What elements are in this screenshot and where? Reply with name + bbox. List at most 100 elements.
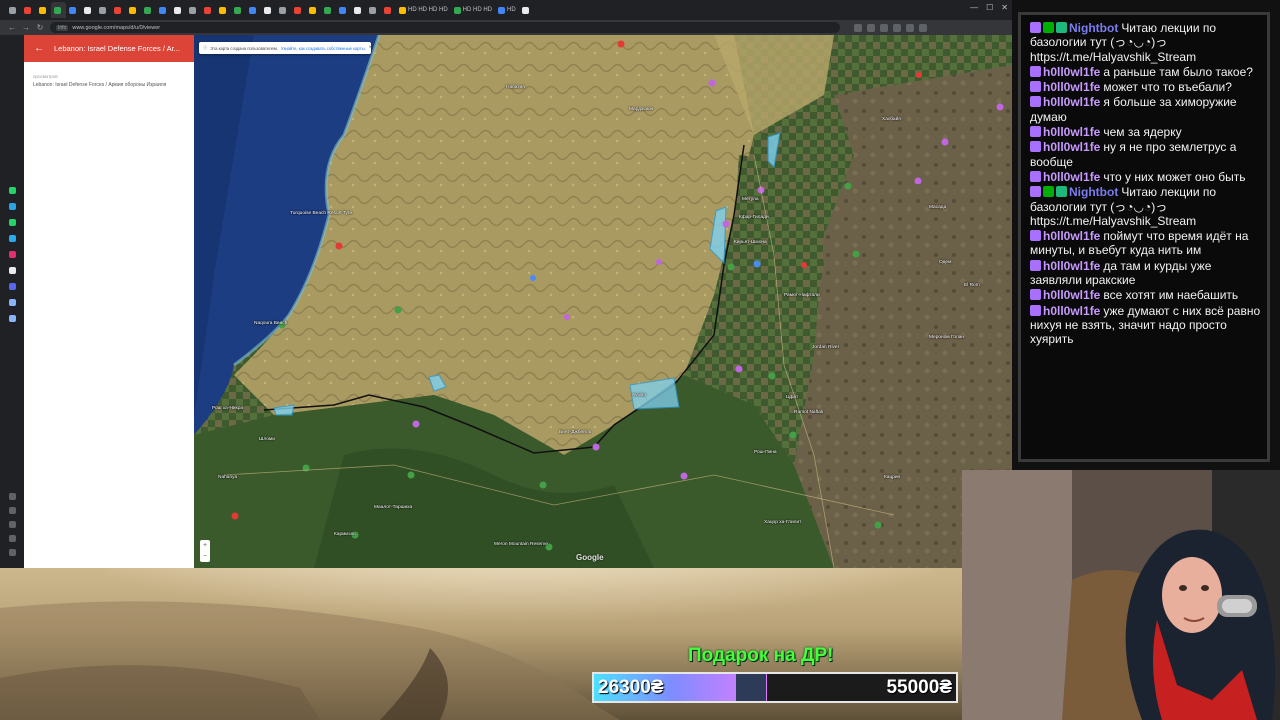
subscriber-badge-icon <box>1030 289 1041 301</box>
messenger-icon[interactable] <box>9 203 16 210</box>
extension-icon[interactable] <box>893 23 901 32</box>
menu-icon[interactable] <box>919 23 927 32</box>
browser-tab[interactable] <box>231 2 246 18</box>
banner-link[interactable]: Узнайте, как создавать собственные карты… <box>281 46 366 51</box>
browser-tab[interactable] <box>156 2 171 18</box>
close-banner-icon[interactable]: × <box>369 45 371 51</box>
tab-favicon-icon <box>399 6 406 14</box>
maximize-icon[interactable]: ☐ <box>986 3 993 12</box>
map-meta: просмотров <box>33 74 58 79</box>
tab-favicon-icon <box>39 6 46 14</box>
subscriber-badge-icon <box>1030 170 1041 182</box>
whatsapp-icon[interactable] <box>9 187 16 194</box>
browser-tab[interactable]: HD <box>495 2 519 18</box>
telegram-icon[interactable] <box>9 235 16 242</box>
download-icon[interactable] <box>9 507 16 514</box>
chat-username[interactable]: Nightbot <box>1069 185 1118 199</box>
chat-username[interactable]: h0ll0wl1fe <box>1043 65 1100 79</box>
site-info-badge[interactable]: Info <box>56 24 69 31</box>
instagram-icon[interactable] <box>9 251 16 258</box>
tab-label: HD <box>507 7 516 13</box>
reload-icon[interactable]: ↻ <box>36 23 44 32</box>
browser-tab[interactable] <box>21 2 36 18</box>
x-icon[interactable] <box>9 267 16 274</box>
place-label: Маалот-Таршиха <box>374 505 413 510</box>
extension-icon[interactable] <box>880 23 888 32</box>
history-icon[interactable] <box>9 493 16 500</box>
settings-icon[interactable] <box>9 549 16 556</box>
browser-tab[interactable] <box>141 2 156 18</box>
browser-tab[interactable] <box>306 2 321 18</box>
place-label: Набатия <box>506 85 525 90</box>
close-icon[interactable]: ✕ <box>1001 3 1008 12</box>
browser-tab[interactable] <box>51 2 66 18</box>
chat-username[interactable]: Nightbot <box>1069 21 1118 35</box>
chat-username[interactable]: h0ll0wl1fe <box>1043 288 1100 302</box>
tab-favicon-icon <box>339 6 346 14</box>
browser-tab[interactable] <box>336 2 351 18</box>
back-icon[interactable]: ← <box>8 23 16 32</box>
chat-username[interactable]: h0ll0wl1fe <box>1043 229 1100 243</box>
browser-tab[interactable] <box>366 2 381 18</box>
browser-tab[interactable] <box>171 2 186 18</box>
browser-tab[interactable] <box>66 2 81 18</box>
browser-tab[interactable] <box>81 2 96 18</box>
map-info-banner: ⓘ Эта карта создана пользователем. Узнай… <box>199 42 371 54</box>
url-bar[interactable]: Info www.google.com/maps/d/u/0/viewer <box>50 22 840 33</box>
extension-icon[interactable] <box>867 23 875 32</box>
place-label: Кармиэль <box>334 532 356 537</box>
browser-tab[interactable] <box>126 2 141 18</box>
browser-tab[interactable]: HD HD HD <box>451 2 495 18</box>
chat-username[interactable]: h0ll0wl1fe <box>1043 95 1100 109</box>
browser-window: HD HD HD HD HD HD HD HD — ☐ ✕ ← → ↻ Info w… <box>0 0 1012 568</box>
app-icon[interactable] <box>9 299 16 306</box>
chat-username[interactable]: h0ll0wl1fe <box>1043 140 1100 154</box>
layer-name[interactable]: Lebanon: Israel Defense Forces / Армия о… <box>33 82 194 88</box>
location-icon[interactable] <box>9 535 16 542</box>
forward-icon[interactable]: → <box>22 23 30 32</box>
browser-tab[interactable] <box>201 2 216 18</box>
app-icon[interactable] <box>9 315 16 322</box>
tab-favicon-icon <box>521 6 529 14</box>
chat-username[interactable]: h0ll0wl1fe <box>1043 304 1100 318</box>
chat-username[interactable]: h0ll0wl1fe <box>1043 170 1100 184</box>
back-arrow-icon[interactable]: ← <box>34 43 44 54</box>
donation-goal-amount: 55000₴ <box>886 677 952 698</box>
browser-tab[interactable] <box>381 2 396 18</box>
browser-tab[interactable] <box>351 2 366 18</box>
verified-badge-icon <box>1043 22 1054 33</box>
browser-tab[interactable] <box>246 2 261 18</box>
browser-tab[interactable] <box>291 2 306 18</box>
browser-tab[interactable] <box>36 2 51 18</box>
zoom-out-button[interactable]: − <box>200 551 210 562</box>
chat-username[interactable]: h0ll0wl1fe <box>1043 80 1100 94</box>
chat-message: h0ll0wl1fe может что то въебали? <box>1030 80 1261 94</box>
extension-icon[interactable] <box>854 23 862 32</box>
subscriber-badge-icon <box>1030 65 1041 77</box>
chat-message: Nightbot Читаю лекции по базологии тут (っ… <box>1030 185 1261 228</box>
browser-tab[interactable] <box>96 2 111 18</box>
browser-tab[interactable] <box>216 2 231 18</box>
tab-favicon-icon <box>324 6 331 14</box>
browser-tab[interactable] <box>321 2 336 18</box>
clock-icon[interactable] <box>9 521 16 528</box>
browser-tab[interactable] <box>186 2 201 18</box>
profile-icon[interactable] <box>906 23 914 32</box>
subscriber-badge-icon <box>1030 304 1041 316</box>
discord-icon[interactable] <box>9 283 16 290</box>
browser-tab[interactable] <box>111 2 126 18</box>
minimize-icon[interactable]: — <box>970 3 978 12</box>
chat-username[interactable]: h0ll0wl1fe <box>1043 125 1100 139</box>
whatsapp-icon[interactable] <box>9 219 16 226</box>
satellite-map[interactable]: ⓘ Эта карта создана пользователем. Узнай… <box>194 35 1012 568</box>
zoom-in-button[interactable]: + <box>200 540 210 551</box>
browser-tab[interactable] <box>276 2 291 18</box>
chat-username[interactable]: h0ll0wl1fe <box>1043 259 1100 273</box>
place-label: Цфат <box>786 395 799 400</box>
browser-tab[interactable] <box>519 2 534 18</box>
browser-tab[interactable] <box>261 2 276 18</box>
browser-tab[interactable]: HD HD HD HD <box>396 2 451 18</box>
browser-tab[interactable] <box>6 2 21 18</box>
chat-message: h0ll0wl1fe поймут что время идёт на минут… <box>1030 229 1261 258</box>
place-label: Бинт-Джбейль <box>559 430 592 435</box>
